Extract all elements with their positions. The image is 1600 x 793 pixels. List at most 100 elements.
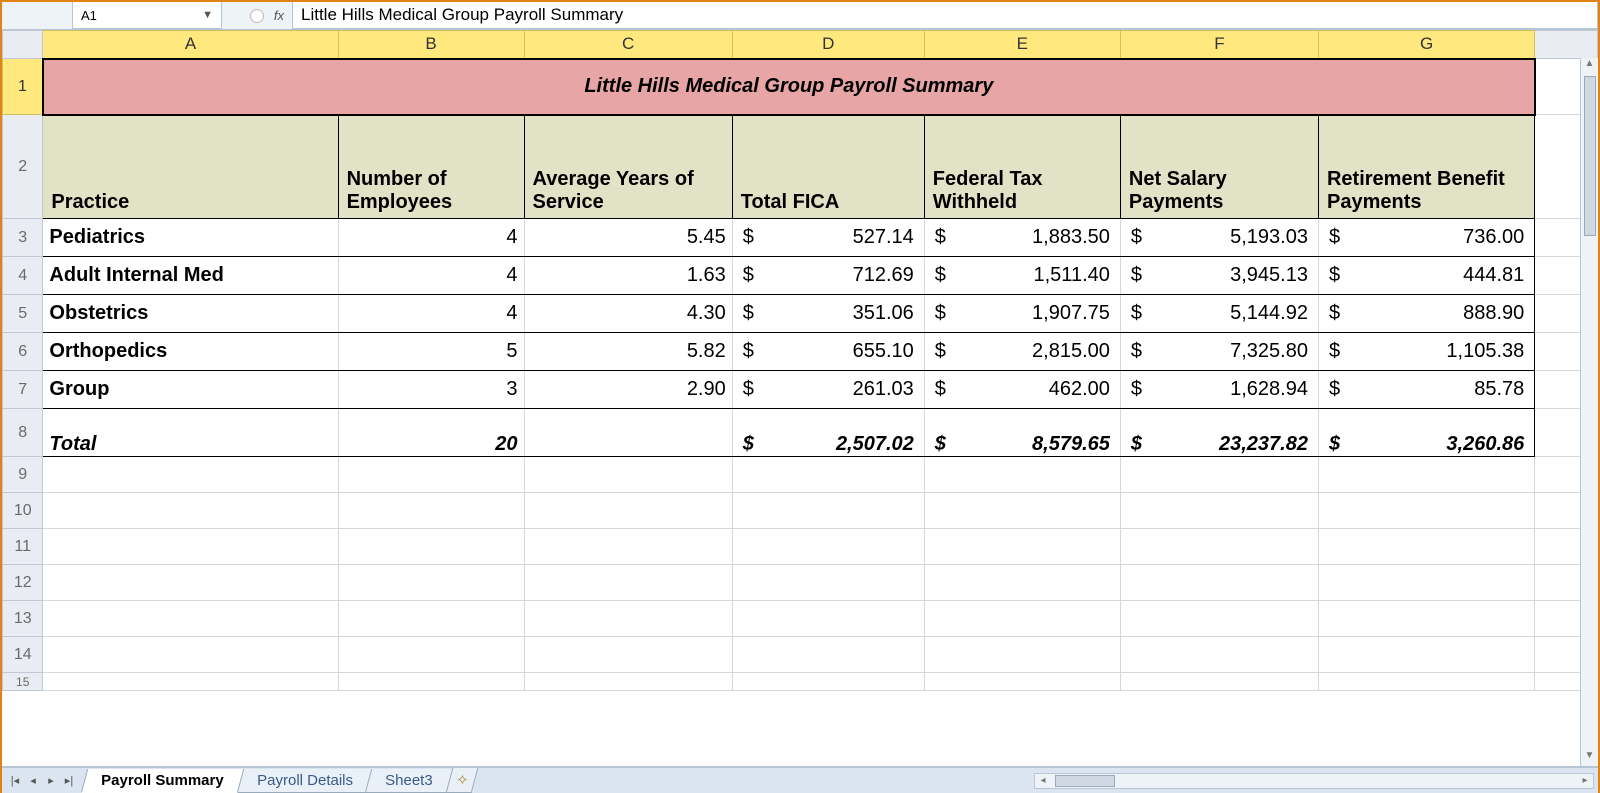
title-cell[interactable]: Little Hills Medical Group Payroll Summa… <box>43 59 1535 115</box>
fica-cell[interactable]: $655.10 <box>732 333 924 371</box>
row-10: 10 <box>3 493 1598 529</box>
yrs-cell[interactable]: 4.30 <box>524 295 732 333</box>
total-fed[interactable]: $8,579.65 <box>924 409 1120 457</box>
name-box-dropdown-icon[interactable]: ▼ <box>202 9 213 21</box>
fica-cell[interactable]: $261.03 <box>732 371 924 409</box>
col-header-A[interactable]: A <box>43 31 338 59</box>
practice-cell[interactable]: Group <box>43 371 338 409</box>
fica-cell[interactable]: $527.14 <box>732 219 924 257</box>
col-header-G[interactable]: G <box>1318 31 1534 59</box>
num-cell[interactable]: 5 <box>338 333 524 371</box>
num-cell[interactable]: 3 <box>338 371 524 409</box>
col-header-F[interactable]: F <box>1120 31 1318 59</box>
cancel-icon[interactable] <box>250 9 264 23</box>
row-header-11[interactable]: 11 <box>3 529 43 565</box>
hdr-avg-years[interactable]: Average Years of Service <box>524 115 732 219</box>
hdr-fed-tax[interactable]: Federal Tax Withheld <box>924 115 1120 219</box>
ret-cell[interactable]: $888.90 <box>1318 295 1534 333</box>
row-header-4[interactable]: 4 <box>3 257 43 295</box>
total-label[interactable]: Total <box>43 409 338 457</box>
col-header-C[interactable]: C <box>524 31 732 59</box>
fx-label[interactable]: fx <box>274 8 284 23</box>
scroll-down-icon[interactable]: ▼ <box>1585 750 1595 766</box>
fed-cell[interactable]: $1,907.75 <box>924 295 1120 333</box>
total-num[interactable]: 20 <box>338 409 524 457</box>
formula-bar-area: A1 ▼ fx Little Hills Medical Group Payro… <box>2 2 1598 30</box>
scroll-right-icon[interactable]: ▸ <box>1577 775 1593 786</box>
hscroll-thumb[interactable] <box>1055 775 1115 787</box>
hdr-net-salary[interactable]: Net Salary Payments <box>1120 115 1318 219</box>
practice-cell[interactable]: Orthopedics <box>43 333 338 371</box>
total-net[interactable]: $23,237.82 <box>1120 409 1318 457</box>
fica-cell[interactable]: $712.69 <box>732 257 924 295</box>
tab-nav-prev-icon[interactable]: ◂ <box>24 772 42 790</box>
fed-cell[interactable]: $462.00 <box>924 371 1120 409</box>
row-header-9[interactable]: 9 <box>3 457 43 493</box>
total-yrs[interactable] <box>524 409 732 457</box>
sheet-tab-sheet3[interactable]: Sheet3 <box>365 769 453 793</box>
spreadsheet-grid[interactable]: A B C D E F G 1 Little Hills Medical Gro… <box>2 30 1598 767</box>
col-header-B[interactable]: B <box>338 31 524 59</box>
new-sheet-icon[interactable]: ✧ <box>446 768 479 793</box>
sheet-tab-payroll-details[interactable]: Payroll Details <box>236 769 372 793</box>
fed-cell[interactable]: $1,883.50 <box>924 219 1120 257</box>
row-header-6[interactable]: 6 <box>3 333 43 371</box>
num-cell[interactable]: 4 <box>338 219 524 257</box>
row-3: 3 Pediatrics 4 5.45 $527.14 $1,883.50 $5… <box>3 219 1598 257</box>
row-header-12[interactable]: 12 <box>3 565 43 601</box>
scroll-up-icon[interactable]: ▲ <box>1585 58 1595 74</box>
yrs-cell[interactable]: 2.90 <box>524 371 732 409</box>
net-cell[interactable]: $5,193.03 <box>1120 219 1318 257</box>
scroll-left-icon[interactable]: ◂ <box>1035 775 1051 786</box>
fica-cell[interactable]: $351.06 <box>732 295 924 333</box>
yrs-cell[interactable]: 5.45 <box>524 219 732 257</box>
yrs-cell[interactable]: 1.63 <box>524 257 732 295</box>
hdr-total-fica[interactable]: Total FICA <box>732 115 924 219</box>
fed-cell[interactable]: $2,815.00 <box>924 333 1120 371</box>
practice-cell[interactable]: Pediatrics <box>43 219 338 257</box>
row-header-10[interactable]: 10 <box>3 493 43 529</box>
practice-cell[interactable]: Obstetrics <box>43 295 338 333</box>
row-header-14[interactable]: 14 <box>3 637 43 673</box>
hdr-retirement[interactable]: Retirement Benefit Payments <box>1318 115 1534 219</box>
total-fica[interactable]: $2,507.02 <box>732 409 924 457</box>
tab-nav-first-icon[interactable]: |◂ <box>6 772 24 790</box>
practice-cell[interactable]: Adult Internal Med <box>43 257 338 295</box>
ret-cell[interactable]: $736.00 <box>1318 219 1534 257</box>
row-header-1[interactable]: 1 <box>3 59 43 115</box>
row-header-5[interactable]: 5 <box>3 295 43 333</box>
ret-cell[interactable]: $444.81 <box>1318 257 1534 295</box>
tab-nav-next-icon[interactable]: ▸ <box>42 772 60 790</box>
col-header-D[interactable]: D <box>732 31 924 59</box>
net-cell[interactable]: $5,144.92 <box>1120 295 1318 333</box>
col-header-extra[interactable] <box>1535 31 1598 59</box>
fed-cell[interactable]: $1,511.40 <box>924 257 1120 295</box>
row-header-8[interactable]: 8 <box>3 409 43 457</box>
vertical-scrollbar[interactable]: ▲ ▼ <box>1580 58 1598 766</box>
hdr-practice[interactable]: Practice <box>43 115 338 219</box>
formula-bar[interactable]: Little Hills Medical Group Payroll Summa… <box>292 2 1598 29</box>
hdr-num-employees[interactable]: Number of Employees <box>338 115 524 219</box>
net-cell[interactable]: $3,945.13 <box>1120 257 1318 295</box>
tab-nav-last-icon[interactable]: ▸| <box>60 772 78 790</box>
name-box[interactable]: A1 ▼ <box>72 2 222 29</box>
total-ret[interactable]: $3,260.86 <box>1318 409 1534 457</box>
row-header-7[interactable]: 7 <box>3 371 43 409</box>
sheet-tab-payroll-summary[interactable]: Payroll Summary <box>81 769 244 793</box>
row-2: 2 Practice Number of Employees Average Y… <box>3 115 1598 219</box>
yrs-cell[interactable]: 5.82 <box>524 333 732 371</box>
row-header-13[interactable]: 13 <box>3 601 43 637</box>
num-cell[interactable]: 4 <box>338 257 524 295</box>
row-header-3[interactable]: 3 <box>3 219 43 257</box>
ret-cell[interactable]: $1,105.38 <box>1318 333 1534 371</box>
net-cell[interactable]: $7,325.80 <box>1120 333 1318 371</box>
num-cell[interactable]: 4 <box>338 295 524 333</box>
select-all-corner[interactable] <box>3 31 43 59</box>
scroll-thumb[interactable] <box>1584 76 1596 236</box>
col-header-E[interactable]: E <box>924 31 1120 59</box>
row-header-2[interactable]: 2 <box>3 115 43 219</box>
horizontal-scrollbar[interactable]: ◂ ▸ <box>1034 773 1594 789</box>
net-cell[interactable]: $1,628.94 <box>1120 371 1318 409</box>
row-header-15[interactable]: 15 <box>3 673 43 691</box>
ret-cell[interactable]: $85.78 <box>1318 371 1534 409</box>
